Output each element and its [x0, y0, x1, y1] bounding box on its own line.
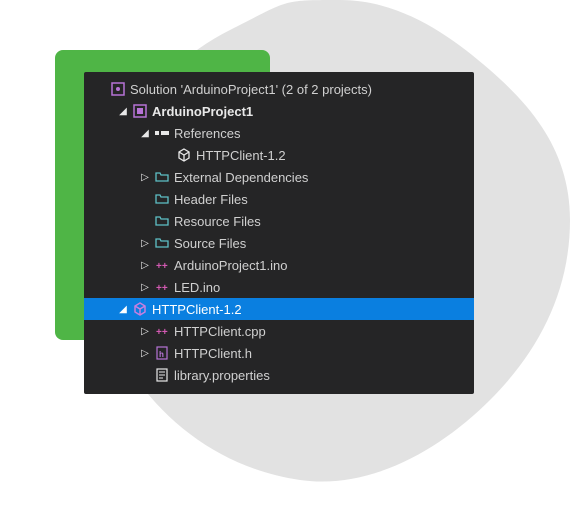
header-file-node[interactable]: ▷ h HTTPClient.h — [84, 342, 474, 364]
svg-text:++: ++ — [156, 283, 168, 293]
solution-label: Solution 'ArduinoProject1' (2 of 2 proje… — [130, 82, 372, 97]
assembly-icon — [176, 147, 192, 163]
references-icon — [154, 125, 170, 141]
svg-text:h: h — [159, 350, 164, 359]
header-files-node[interactable]: ▷ Header Files — [84, 188, 474, 210]
expander-icon[interactable]: ◢ — [116, 304, 130, 315]
folder-icon — [154, 169, 170, 185]
file-label: HTTPClient.h — [174, 346, 252, 361]
project-node[interactable]: ◢ ArduinoProject1 — [84, 100, 474, 122]
ino-file-node[interactable]: ▷ ++ ArduinoProject1.ino — [84, 254, 474, 276]
svg-text:++: ++ — [156, 327, 168, 337]
cpp-file-icon: ++ — [154, 257, 170, 273]
folder-icon — [154, 235, 170, 251]
project-label: ArduinoProject1 — [152, 104, 253, 119]
cpp-file-icon: ++ — [154, 323, 170, 339]
expander-icon[interactable]: ▷ — [138, 348, 152, 359]
expander-icon[interactable]: ◢ — [138, 128, 152, 139]
file-label: HTTPClient.cpp — [174, 324, 266, 339]
file-label: ArduinoProject1.ino — [174, 258, 287, 273]
reference-item[interactable]: ▶ HTTPClient-1.2 — [84, 144, 474, 166]
expander-icon[interactable]: ▷ — [138, 172, 152, 183]
cpp-file-icon: ++ — [154, 279, 170, 295]
expander-icon[interactable]: ▷ — [138, 260, 152, 271]
header-file-icon: h — [154, 345, 170, 361]
folder-icon — [154, 213, 170, 229]
references-label: References — [174, 126, 240, 141]
expander-icon[interactable]: ▷ — [138, 238, 152, 249]
folder-label: Header Files — [174, 192, 248, 207]
library-project-label: HTTPClient-1.2 — [152, 302, 242, 317]
reference-item-label: HTTPClient-1.2 — [196, 148, 286, 163]
expander-icon[interactable]: ▷ — [138, 326, 152, 337]
cpp-file-node[interactable]: ▷ ++ HTTPClient.cpp — [84, 320, 474, 342]
folder-label: External Dependencies — [174, 170, 308, 185]
library-project-node[interactable]: ◢ HTTPClient-1.2 — [84, 298, 474, 320]
svg-text:++: ++ — [156, 261, 168, 271]
folder-label: Resource Files — [174, 214, 261, 229]
properties-file-node[interactable]: ▷ library.properties — [84, 364, 474, 386]
project-icon — [132, 103, 148, 119]
library-project-icon — [132, 301, 148, 317]
solution-icon — [110, 81, 126, 97]
source-files-node[interactable]: ▷ Source Files — [84, 232, 474, 254]
expander-icon[interactable]: ◢ — [116, 106, 130, 117]
resource-files-node[interactable]: ▷ Resource Files — [84, 210, 474, 232]
text-file-icon — [154, 367, 170, 383]
ino-file-node[interactable]: ▷ ++ LED.ino — [84, 276, 474, 298]
solution-node[interactable]: ▶ Solution 'ArduinoProject1' (2 of 2 pro… — [84, 78, 474, 100]
expander-icon[interactable]: ▷ — [138, 282, 152, 293]
folder-label: Source Files — [174, 236, 246, 251]
file-label: LED.ino — [174, 280, 220, 295]
file-label: library.properties — [174, 368, 270, 383]
external-deps-node[interactable]: ▷ External Dependencies — [84, 166, 474, 188]
solution-explorer-panel: ▶ Solution 'ArduinoProject1' (2 of 2 pro… — [84, 72, 474, 394]
folder-icon — [154, 191, 170, 207]
references-node[interactable]: ◢ References — [84, 122, 474, 144]
